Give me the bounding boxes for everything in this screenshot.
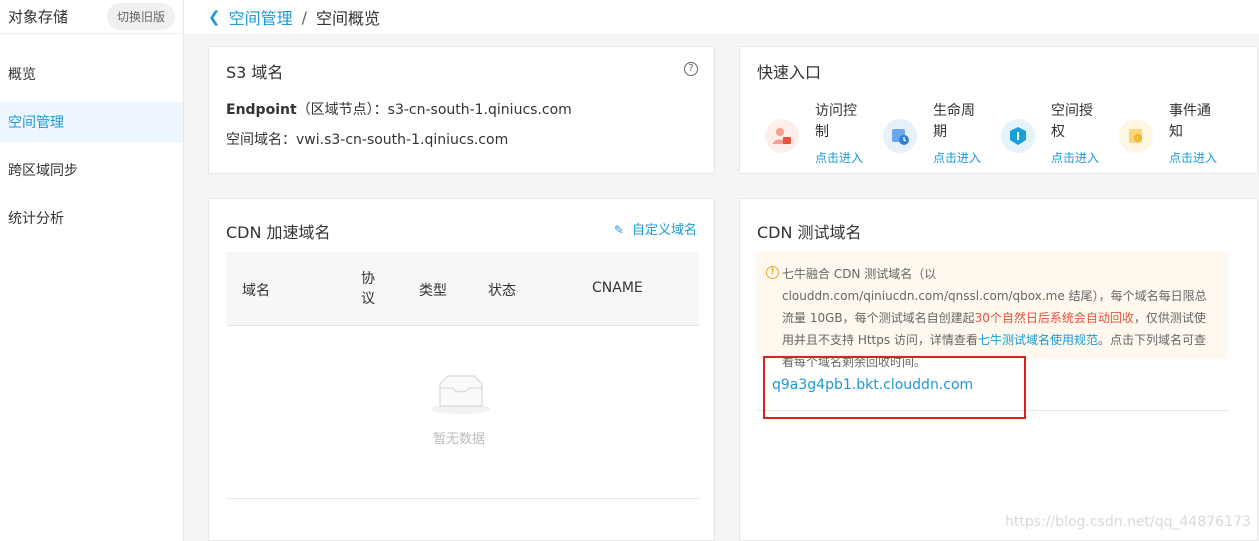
- sidebar-item-cross-region-sync[interactable]: 跨区域同步: [0, 150, 183, 190]
- column-cname: CNAME: [592, 280, 643, 296]
- space-domain-label: 空间域名：: [226, 132, 296, 148]
- sidebar-item-label: 跨区域同步: [8, 163, 78, 179]
- access-control-icon: [765, 119, 799, 153]
- cdn-card-title: CDN 加速域名: [226, 223, 331, 242]
- s3-domain-card: S3 域名 ? Endpoint（区域节点）：s3-cn-south-1.qin…: [208, 46, 715, 174]
- edit-icon: ✎: [613, 223, 624, 237]
- switch-old-version-button[interactable]: 切换旧版: [106, 3, 175, 30]
- sidebar-item-overview[interactable]: 概览: [0, 54, 183, 94]
- breadcrumb: ❮ 空间管理 / 空间概览: [184, 0, 1259, 34]
- endpoint-value: s3-cn-south-1.qiniucs.com: [387, 102, 572, 118]
- sidebar-item-label: 统计分析: [8, 211, 64, 227]
- quick-entry-card: 快速入口 访问控制 点击进入 生命周期 点击进入 空间授权 点击进入 ! 事件通…: [739, 46, 1258, 174]
- column-domain: 域名: [242, 283, 270, 299]
- space-auth-icon: [1001, 119, 1035, 153]
- notice-spec-link[interactable]: 七牛测试域名使用规范: [978, 333, 1098, 347]
- highlight-box: [763, 356, 1026, 419]
- event-notify-icon: !: [1119, 119, 1153, 153]
- sidebar: 对象存储 切换旧版 概览 空间管理 跨区域同步 统计分析: [0, 0, 184, 541]
- endpoint-label: Endpoint: [226, 102, 297, 118]
- quick-item-link[interactable]: 点击进入: [933, 149, 981, 166]
- chevron-left-icon[interactable]: ❮: [208, 8, 221, 26]
- breadcrumb-space-management[interactable]: 空间管理: [229, 5, 293, 29]
- quick-item-access-control[interactable]: 访问控制 点击进入: [740, 99, 863, 169]
- watermark: https://blog.csdn.net/qq_44876173: [1005, 514, 1251, 530]
- question-circle-icon[interactable]: ?: [684, 62, 698, 76]
- svg-text:!: !: [1137, 136, 1139, 143]
- empty-inbox-icon: [430, 374, 492, 416]
- cdn-domain-card: CDN 加速域名 ✎ 自定义域名 域名 协议 类型 状态 CNAME 暂无数据: [208, 198, 715, 541]
- test-card-title: CDN 测试域名: [757, 223, 862, 242]
- column-status: 状态: [488, 283, 516, 299]
- sidebar-item-space-management[interactable]: 空间管理: [0, 102, 183, 142]
- quick-item-event-notify[interactable]: ! 事件通知 点击进入: [1094, 99, 1217, 169]
- page-title: 空间概览: [315, 9, 380, 28]
- quick-item-space-auth[interactable]: 空间授权 点击进入: [976, 99, 1099, 169]
- test-domain-notice: ! 七牛融合 CDN 测试域名（以 clouddn.com/qiniucdn.c…: [756, 251, 1228, 369]
- column-protocol: 协议: [361, 271, 375, 307]
- sidebar-item-label: 概览: [8, 67, 36, 83]
- space-domain-value: vwi.s3-cn-south-1.qiniucs.com: [296, 132, 509, 148]
- cdn-table-header: 域名 协议 类型 状态 CNAME: [226, 252, 699, 326]
- warning-icon: !: [766, 266, 779, 279]
- quick-item-lifecycle[interactable]: 生命周期 点击进入: [858, 99, 981, 169]
- lifecycle-icon: [883, 119, 917, 153]
- space-domain-row: 空间域名：vwi.s3-cn-south-1.qiniucs.com: [226, 129, 508, 149]
- s3-card-title: S3 域名: [226, 63, 284, 82]
- custom-domain-button[interactable]: ✎ 自定义域名: [614, 219, 697, 238]
- column-type: 类型: [419, 283, 447, 299]
- sidebar-header: 对象存储 切换旧版: [0, 0, 183, 34]
- sidebar-item-statistics[interactable]: 统计分析: [0, 198, 183, 238]
- quick-card-title: 快速入口: [757, 63, 822, 82]
- product-title: 对象存储: [8, 8, 69, 26]
- empty-text: 暂无数据: [433, 432, 486, 447]
- endpoint-row: Endpoint（区域节点）：s3-cn-south-1.qiniucs.com: [226, 99, 572, 119]
- quick-item-label: 事件通知: [1169, 103, 1211, 140]
- breadcrumb-separator: /: [301, 7, 307, 27]
- quick-item-link[interactable]: 点击进入: [815, 149, 863, 166]
- custom-domain-label: 自定义域名: [631, 223, 697, 238]
- endpoint-note: （区域节点）：: [296, 102, 388, 118]
- quick-item-link[interactable]: 点击进入: [1051, 149, 1099, 166]
- quick-item-link[interactable]: 点击进入: [1169, 149, 1217, 166]
- sidebar-item-label: 空间管理: [8, 115, 64, 131]
- notice-recycle-warning: 30个自然日后系统会自动回收: [974, 311, 1134, 325]
- divider: [226, 498, 699, 499]
